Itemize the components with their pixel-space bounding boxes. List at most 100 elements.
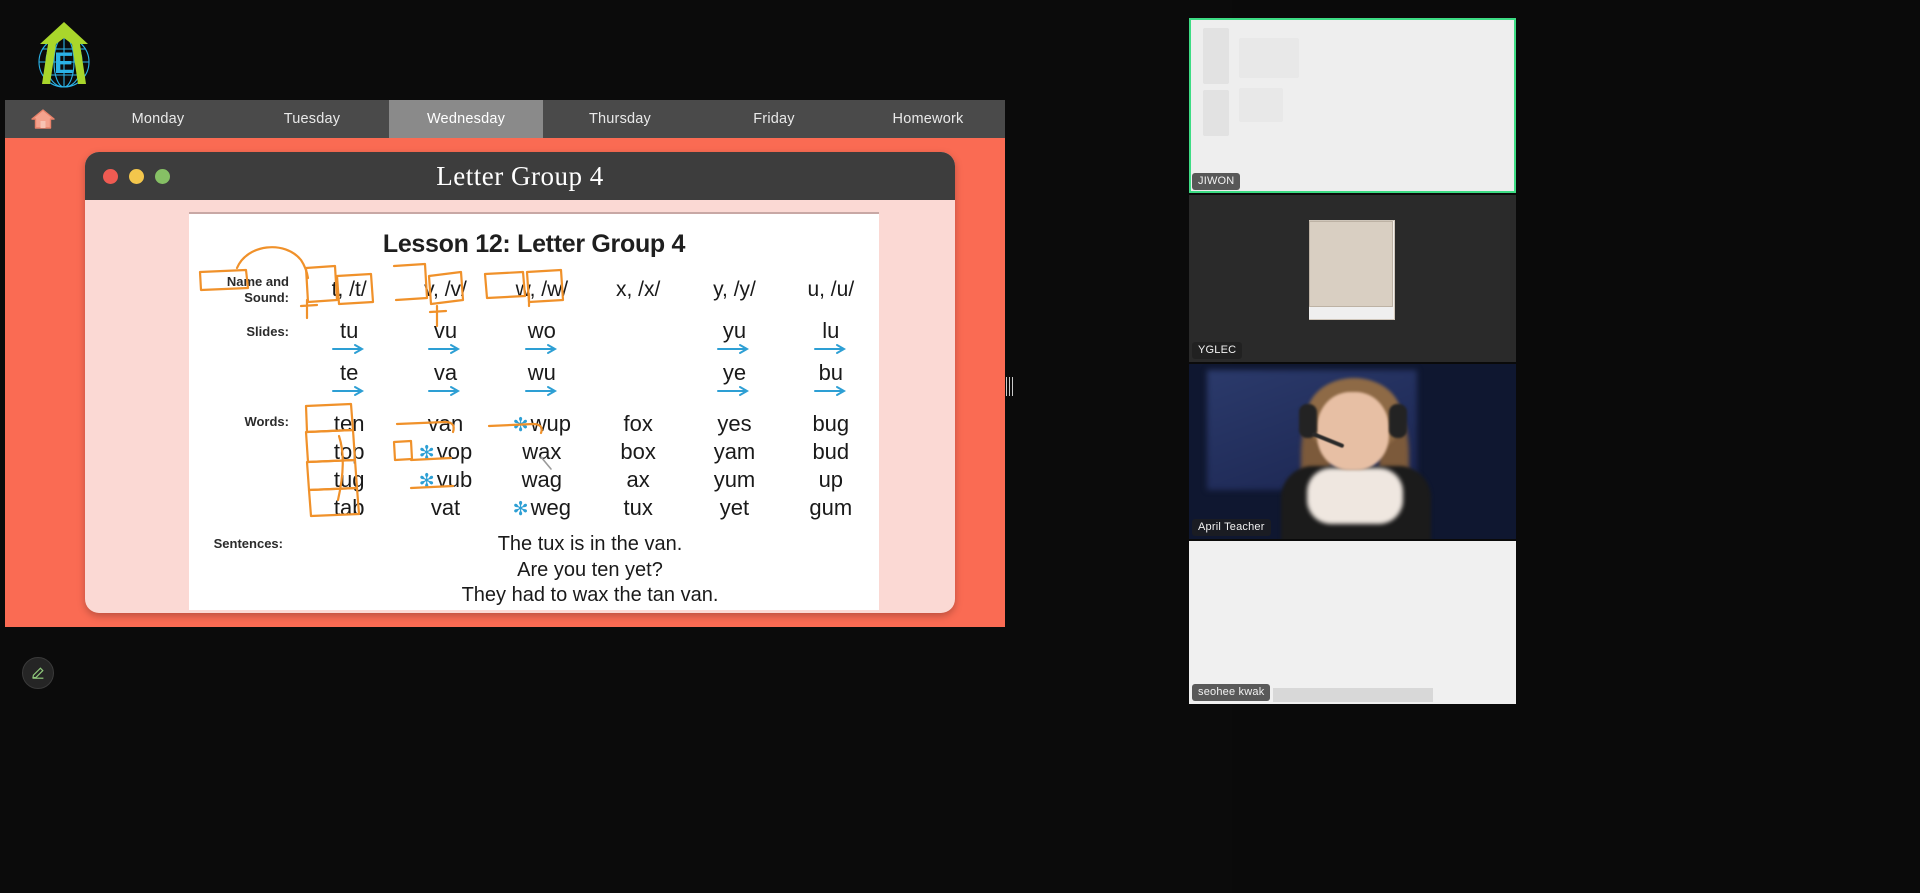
slide-cell: wo: [494, 320, 590, 355]
arrow-right-icon: [717, 386, 750, 396]
arrow-right-icon: [813, 344, 846, 354]
tab-friday[interactable]: Friday: [697, 100, 851, 138]
slide-cell: va: [397, 362, 493, 397]
arrow-right-icon: [332, 386, 365, 396]
word-cell: bug: [812, 411, 850, 436]
word-cell: ✻weg: [512, 495, 571, 520]
word-cell: up: [818, 467, 844, 492]
participant-tile[interactable]: seohee kwak: [1189, 541, 1516, 704]
shared-content-area: E Monday Tuesday Wednesday Thursday Frid…: [0, 0, 1232, 893]
sentences-label: Sentences:: [213, 536, 283, 551]
participant-name: April Teacher: [1192, 519, 1271, 536]
words-label: Words:: [244, 414, 289, 429]
slide-cell: tu: [301, 320, 397, 355]
participant-tile[interactable]: JIWON: [1189, 18, 1516, 193]
word-cell: van: [427, 411, 464, 436]
word-cell: vat: [430, 495, 461, 520]
slide-cell: te: [301, 362, 397, 397]
word-cell: tug: [333, 467, 365, 492]
name-sound-cell: t, /t/: [331, 278, 367, 301]
slide-card-title: Letter Group 4: [436, 160, 604, 191]
slide-cell: wu: [494, 362, 590, 397]
arrow-right-icon: [428, 386, 461, 396]
panel-splitter[interactable]: [1006, 377, 1013, 396]
slide-cell: ye: [686, 362, 782, 397]
worksheet-title: Lesson 12: Letter Group 4: [382, 230, 686, 258]
participant-tile[interactable]: YGLEC: [1189, 195, 1516, 362]
arrow-right-icon: [813, 386, 846, 396]
sentence-line: Are you ten yet?: [517, 558, 663, 581]
participant-name: JIWON: [1192, 173, 1241, 190]
word-cell: yam: [713, 439, 756, 464]
svg-text:E: E: [54, 47, 74, 80]
slide-cell: vu: [397, 320, 493, 355]
word-cell: box: [620, 439, 656, 464]
slide-cell: yu: [686, 320, 782, 355]
tab-friday-label: Friday: [753, 111, 795, 127]
word-cell: ax: [626, 467, 650, 492]
word-cell: tux: [623, 495, 653, 520]
slide-cell-empty: [590, 320, 686, 355]
slide-cell: bu: [783, 362, 879, 397]
name-sound-label: Name and Sound:: [226, 274, 289, 306]
participant-name: YGLEC: [1192, 342, 1243, 359]
headset-icon: [1389, 404, 1407, 438]
word-cell: top: [333, 439, 365, 464]
home-icon: [31, 109, 55, 129]
slide-cell-empty: [590, 362, 686, 397]
ghost-shape: [1203, 28, 1229, 84]
tab-monday[interactable]: Monday: [81, 100, 235, 138]
star-icon: ✻: [418, 471, 435, 492]
word-cell: ✻vop: [418, 439, 473, 464]
star-icon: ✻: [512, 415, 529, 436]
tab-wednesday[interactable]: Wednesday: [389, 100, 543, 138]
sentence-line: The tux is in the van.: [497, 533, 683, 555]
screen: E Monday Tuesday Wednesday Thursday Frid…: [0, 0, 1920, 893]
word-cell: tab: [333, 495, 365, 520]
day-navigation-bar[interactable]: Monday Tuesday Wednesday Thursday Friday…: [5, 100, 1005, 138]
slide-card-titlebar: Letter Group 4: [85, 152, 955, 200]
photo-caption: [1309, 307, 1393, 319]
tab-tuesday[interactable]: Tuesday: [235, 100, 389, 138]
word-cell: wag: [521, 467, 562, 492]
slide-stage: Letter Group 4 Lesson 12: Letter Group 4…: [5, 138, 1005, 627]
home-tab[interactable]: [5, 100, 81, 138]
arrow-right-icon: [524, 386, 557, 396]
ghost-shape: [1203, 90, 1229, 136]
tab-homework-label: Homework: [892, 111, 964, 127]
ghost-shape: [1239, 88, 1283, 122]
arrow-right-icon: [332, 344, 365, 354]
name-sound-cell: y, /y/: [713, 278, 756, 301]
star-icon: ✻: [418, 443, 435, 464]
participant-name: seohee kwak: [1192, 684, 1271, 701]
arrow-right-icon: [428, 344, 461, 354]
word-cell: ✻vub: [418, 467, 473, 492]
tab-monday-label: Monday: [131, 111, 185, 127]
pencil-edit-icon: [32, 667, 44, 679]
word-cell: yum: [713, 467, 756, 492]
word-cell: yes: [717, 411, 752, 436]
tab-wednesday-label: Wednesday: [426, 111, 506, 127]
person-face: [1317, 392, 1389, 470]
star-icon: ✻: [512, 499, 529, 520]
worksheet: Lesson 12: Letter Group 4 Name and Sound…: [189, 212, 879, 610]
person-collar: [1307, 468, 1403, 524]
tab-homework[interactable]: Homework: [851, 100, 1005, 138]
name-sound-cell: v, /v/: [424, 278, 467, 301]
participant-tile[interactable]: April Teacher: [1189, 364, 1516, 539]
name-sound-cell: u, /u/: [807, 278, 855, 301]
photo-content: [1309, 221, 1393, 307]
name-sound-cell: w, /w/: [515, 278, 569, 301]
tab-tuesday-label: Tuesday: [283, 111, 341, 127]
ghost-shape: [1273, 688, 1433, 702]
annotate-button[interactable]: [22, 657, 54, 689]
word-cell: ten: [333, 411, 365, 436]
tab-thursday-label: Thursday: [588, 111, 652, 127]
arrow-right-icon: [717, 344, 750, 354]
name-sound-cell: x, /x/: [615, 278, 661, 301]
word-cell: wax: [522, 439, 562, 464]
word-cell: yet: [719, 495, 750, 520]
word-cell: ✻wup: [512, 411, 571, 436]
arrow-right-icon: [524, 344, 557, 354]
tab-thursday[interactable]: Thursday: [543, 100, 697, 138]
